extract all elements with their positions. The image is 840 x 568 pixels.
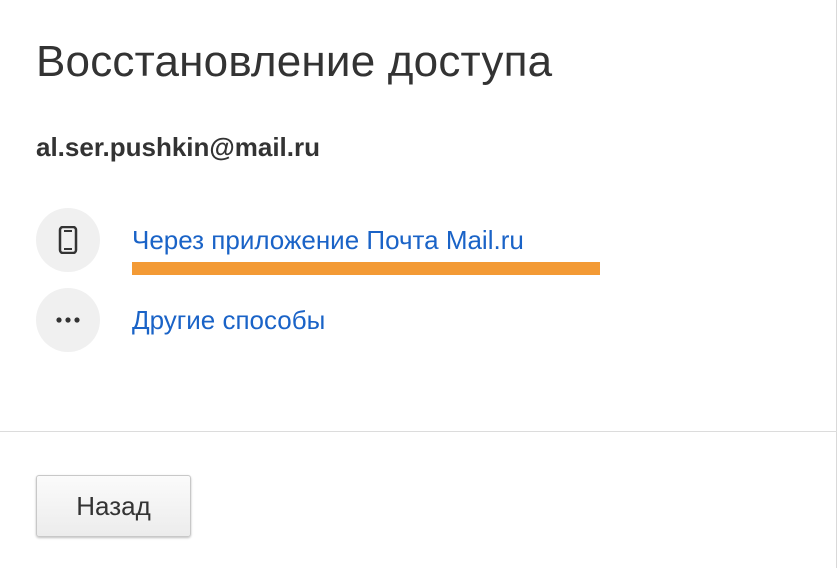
recovery-method-mail-app-label[interactable]: Через приложение Почта Mail.ru (132, 224, 524, 256)
footer-divider (0, 431, 837, 432)
more-dots-icon (36, 288, 100, 352)
recovery-method-other-label[interactable]: Другие способы (132, 304, 325, 336)
back-button[interactable]: Назад (36, 475, 191, 537)
page-title: Восстановление доступа (36, 37, 553, 86)
recovery-method-other[interactable]: Другие способы (36, 288, 325, 352)
account-email: al.ser.pushkin@mail.ru (36, 132, 321, 162)
smartphone-icon (36, 208, 100, 272)
highlight-underline (132, 262, 600, 275)
recovery-card: Восстановление доступа al.ser.pushkin@ma… (0, 0, 837, 568)
